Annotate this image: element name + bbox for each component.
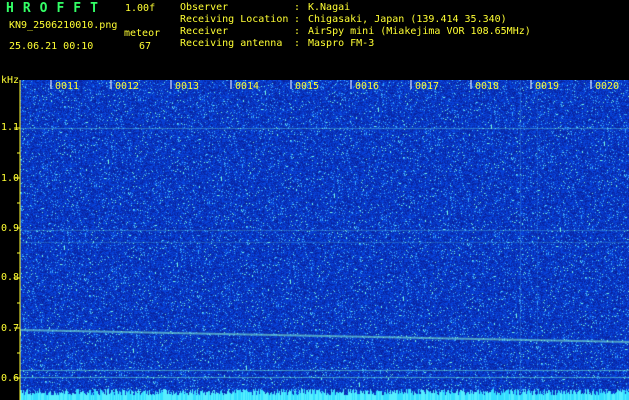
- info-row-antenna: Receiving antenna: Maspro FM-3: [180, 38, 375, 49]
- info-row-receiver: Receiver: AirSpy mini (Miakejima VOR 108.…: [180, 26, 531, 37]
- time-tick-label: 0016: [355, 81, 380, 92]
- app-version: 1.00f: [125, 3, 156, 14]
- y-tick-label: 0.8: [1, 272, 20, 283]
- file-name: KN9_2506210010.png: [9, 20, 118, 31]
- y-tick-label: 1.1: [1, 122, 20, 133]
- axis-overlay: [14, 80, 592, 400]
- time-tick-label: 0017: [415, 81, 440, 92]
- capture-datetime: 25.06.21 00:10: [9, 41, 94, 52]
- y-tick-label: 0.7: [1, 323, 20, 334]
- y-tick-label: 0.6: [1, 373, 20, 384]
- time-tick-label: 0012: [115, 81, 140, 92]
- time-tick-label: 0011: [55, 81, 80, 92]
- time-tick-label: 0013: [175, 81, 200, 92]
- info-key: Receiver: [180, 26, 229, 37]
- time-tick-label: 0014: [235, 81, 260, 92]
- time-tick-label: 0018: [475, 81, 500, 92]
- info-key: Observer: [180, 2, 229, 13]
- info-value: AirSpy mini (Miakejima VOR 108.65MHz): [308, 26, 531, 37]
- info-value: K.Nagai: [308, 2, 351, 13]
- time-tick-label: 0020: [595, 81, 620, 92]
- app-title: HROFFT: [6, 1, 107, 16]
- meteor-count: 67: [139, 41, 152, 52]
- time-tick-label: 0019: [535, 81, 560, 92]
- station-info: Observer: K.Nagai Receiving Location: Chig…: [180, 2, 531, 50]
- info-row-location: Receiving Location: Chigasaki, Japan (139…: [180, 14, 507, 25]
- info-value: Chigasaki, Japan (139.414 35.340): [308, 14, 507, 25]
- y-tick-label: 0.9: [1, 223, 20, 234]
- info-key: Receiving antenna: [180, 38, 283, 49]
- y-tick-label: 1.0: [1, 173, 20, 184]
- info-value: Maspro FM-3: [308, 38, 375, 49]
- info-key: Receiving Location: [180, 14, 289, 25]
- time-tick-label: 0015: [295, 81, 320, 92]
- meteor-label: meteor: [124, 28, 161, 39]
- info-row-observer: Observer: K.Nagai: [180, 2, 351, 13]
